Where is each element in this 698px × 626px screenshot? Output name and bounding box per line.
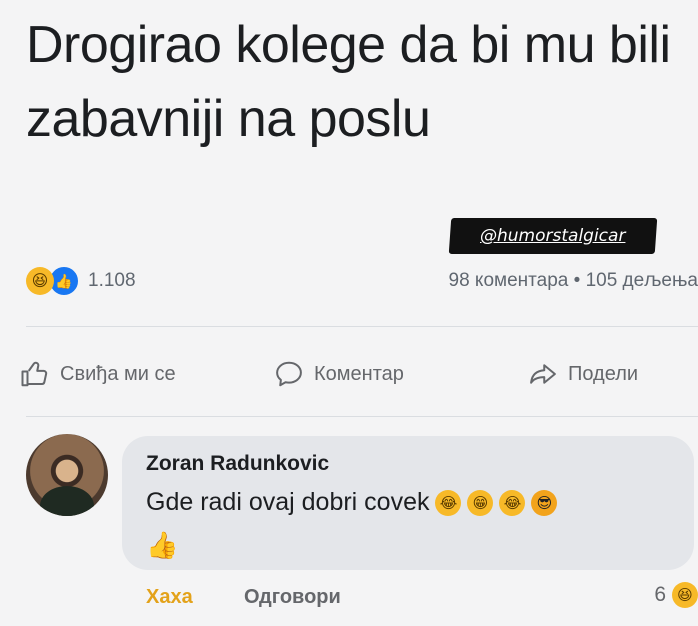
thumbs-up-emoji-icon: 👍 [146, 530, 179, 560]
laughing-emoji-icon: 😂 [499, 489, 526, 516]
watermark-text: @humorstalgicar [480, 226, 626, 246]
stats-separator: • [573, 270, 581, 291]
avatar[interactable] [26, 434, 108, 516]
divider [26, 416, 698, 417]
speech-bubble-icon [276, 361, 302, 387]
share-arrow-icon [530, 364, 556, 384]
comment-reaction-number: 6 [654, 583, 666, 606]
comment-button-label: Коментар [314, 362, 404, 385]
share-button[interactable]: Подели [528, 359, 638, 389]
comment-reaction-count[interactable]: 6 😆 [654, 582, 698, 608]
comments-count[interactable]: 98 коментара [449, 270, 569, 291]
shares-count[interactable]: 105 дељења [586, 270, 698, 291]
haha-reaction-icon: 😆 [672, 582, 698, 608]
haha-reaction-icon: 😆 [26, 267, 54, 295]
post-actions: Свиђа ми се Коментар Подели [20, 352, 698, 396]
comment-text: Gde radi ovaj dobri covek 😂 😁 😂 😎 [146, 488, 558, 517]
share-button-label: Подели [568, 362, 639, 385]
post-text: Drogirao kolege da bi mu bili zabavniji … [26, 16, 671, 148]
laughing-emoji-icon: 😂 [435, 489, 462, 516]
like-button-label: Свиђа ми се [60, 362, 176, 385]
reactions-summary[interactable]: 😆 👍 1.108 98 коментара • 105 дељења [26, 264, 698, 298]
grinning-emoji-icon: 😁 [467, 489, 494, 516]
like-button[interactable]: Свиђа ми се [20, 359, 176, 389]
comment-bubble: Zoran Radunkovic Gde radi ovaj dobri cov… [122, 436, 694, 570]
thumbs-up-icon [21, 361, 48, 387]
comment-haha-button[interactable]: Хаха [146, 586, 193, 608]
reaction-count[interactable]: 1.108 [88, 270, 136, 292]
comment-reply-button[interactable]: Одговори [244, 586, 341, 609]
reaction-icons[interactable]: 😆 👍 [26, 265, 80, 297]
divider [26, 326, 698, 327]
watermark: @humorstalgicar [448, 218, 658, 254]
sunglasses-emoji-icon: 😎 [531, 489, 558, 516]
post-stats: 98 коментара • 105 дељења [449, 270, 698, 292]
comment-button[interactable]: Коментар [274, 359, 404, 389]
comment-body: Gde radi ovaj dobri covek [146, 488, 430, 516]
comment-author[interactable]: Zoran Radunkovic [146, 452, 329, 476]
comment-actions: Хаха Одговори [146, 586, 341, 609]
